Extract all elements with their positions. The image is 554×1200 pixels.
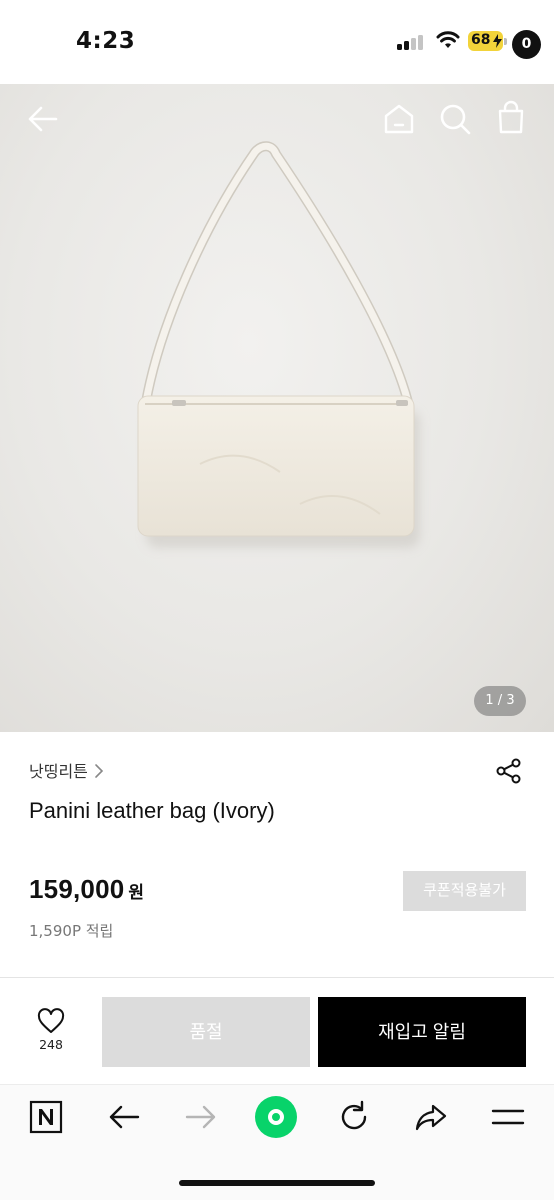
divider	[0, 977, 554, 978]
home-icon[interactable]	[382, 102, 416, 136]
chevron-right-icon	[95, 764, 104, 778]
cart-icon[interactable]	[494, 100, 530, 136]
home-indicator	[179, 1180, 375, 1186]
forward-icon	[185, 1105, 216, 1129]
back-arrow-icon[interactable]	[26, 102, 60, 136]
heart-icon[interactable]	[37, 1008, 65, 1034]
product-image-carousel[interactable]: 1 / 3	[0, 84, 554, 732]
price-amount: 159,000	[29, 874, 125, 904]
status-bar: 4:23 68	[0, 0, 554, 84]
product-title: Panini leather bag (Ivory)	[29, 798, 275, 823]
brand-link[interactable]: 낫띵리튼	[29, 758, 104, 782]
battery-icon: 68	[468, 31, 508, 51]
signal-icon	[397, 34, 425, 50]
restock-alert-button[interactable]: 재입고 알림	[318, 997, 526, 1067]
refresh-icon[interactable]	[336, 1099, 372, 1135]
wifi-icon	[436, 31, 460, 48]
price-unit: 원	[128, 883, 145, 903]
page-indicator: 1 / 3	[474, 686, 526, 716]
cart-count-badge[interactable]: 0	[512, 30, 541, 59]
naver-n-icon[interactable]	[28, 1099, 64, 1135]
coupon-unavailable-button: 쿠폰적용불가	[403, 871, 526, 911]
share-icon[interactable]	[495, 757, 523, 785]
like-button[interactable]: 248	[28, 1008, 74, 1060]
green-dot-icon[interactable]	[255, 1096, 297, 1138]
bag-image	[137, 141, 420, 548]
price: 159,000 원	[29, 874, 144, 905]
battery-level: 68	[471, 32, 491, 48]
status-time: 4:23	[76, 28, 136, 54]
search-icon[interactable]	[438, 102, 472, 136]
menu-icon[interactable]	[490, 1099, 526, 1135]
brand-name[interactable]: 낫띵리튼	[29, 758, 88, 782]
back-icon[interactable]	[106, 1099, 142, 1135]
soldout-button: 품절	[102, 997, 310, 1067]
like-count: 248	[39, 1037, 63, 1052]
reward-points: 1,590P 적립	[29, 922, 114, 940]
share-arrow-icon[interactable]	[413, 1099, 449, 1135]
